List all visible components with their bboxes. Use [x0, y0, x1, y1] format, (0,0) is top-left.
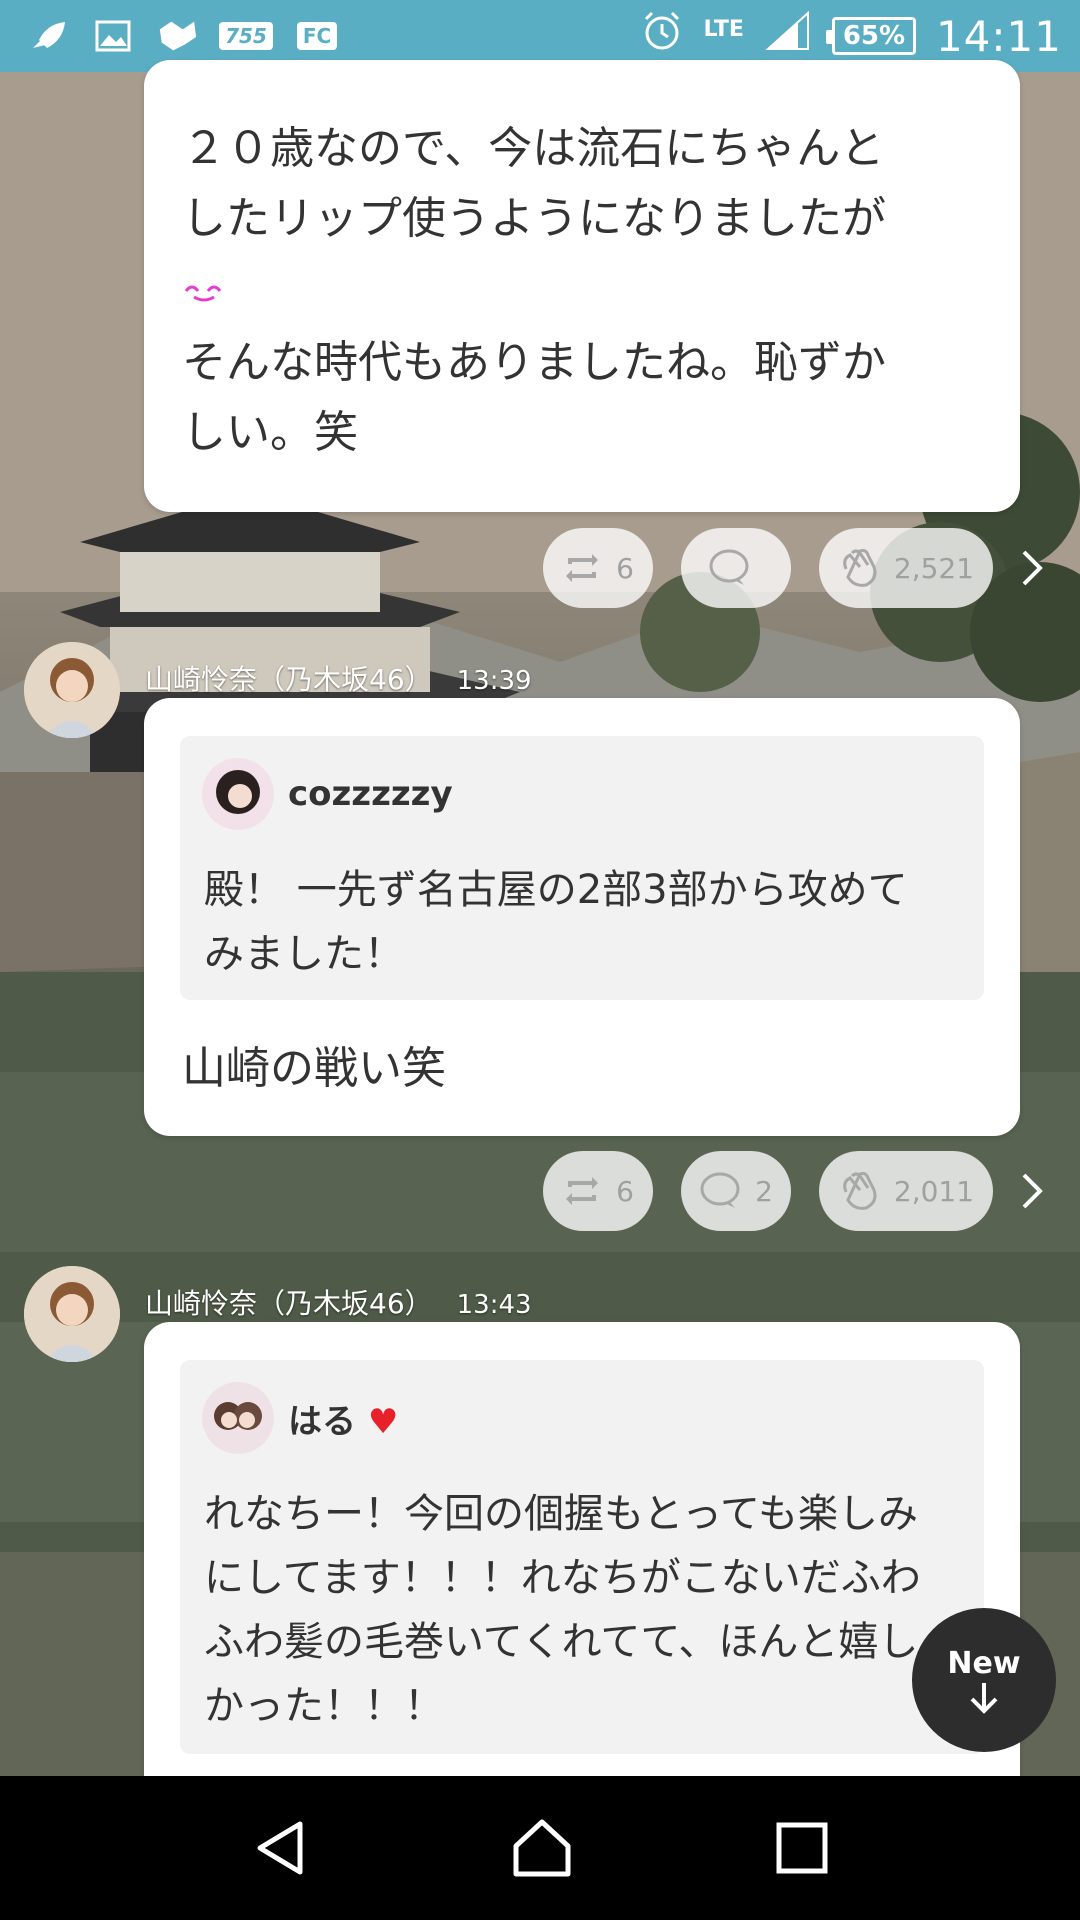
retweet-icon	[566, 1177, 599, 1205]
retweet-icon	[566, 554, 599, 582]
recents-icon[interactable]	[774, 1820, 830, 1876]
quote-text-line: 殿！ 一先ず名古屋の2部3部から攻めて	[204, 867, 908, 913]
alarm-icon	[640, 9, 684, 63]
avatar[interactable]	[202, 758, 274, 830]
home-icon[interactable]	[510, 1816, 574, 1880]
quote-text-line: ふわ髪の毛巻いてくれてて、ほんと嬉し	[204, 1619, 919, 1665]
comment-count: 2	[755, 1174, 773, 1208]
comment-icon	[700, 1172, 740, 1208]
navigation-bar	[0, 1776, 1080, 1920]
message-time: 13:39	[456, 666, 532, 696]
message-text-line: そんな時代もありましたね。恥ずか	[182, 337, 886, 388]
clap-icon	[843, 1172, 877, 1210]
quote-username: cozzzzzy	[288, 774, 453, 814]
clap-count: 2,521	[893, 551, 975, 585]
comment-icon	[709, 549, 749, 585]
clap-icon	[843, 549, 877, 587]
message-card[interactable]: cozzzzzy 殿！ 一先ず名古屋の2部3部から攻めて みました！ 山崎の戦い…	[144, 698, 1020, 1136]
avatar[interactable]	[24, 642, 120, 738]
message-actions: 6 2 2,011	[0, 1151, 1080, 1231]
avatar[interactable]	[202, 1382, 274, 1454]
message-text-line: しい。笑	[182, 407, 358, 458]
clap-count: 2,011	[893, 1174, 975, 1208]
quote-username: はる ♥	[288, 1401, 399, 1442]
back-icon[interactable]	[250, 1818, 310, 1878]
chevron-right-icon[interactable]	[1010, 546, 1054, 590]
quoted-comment: はる ♥ れなちー！今回の個握もとっても楽しみ にしてます！！！れなちがこないだ…	[180, 1360, 984, 1754]
comment-button[interactable]	[681, 528, 791, 608]
emoji-icon	[182, 254, 1002, 328]
message-actions: 6 2,521	[0, 528, 1080, 608]
message-text-line: したリップ使うようになりましたが	[182, 193, 886, 244]
retweet-count: 6	[616, 551, 634, 585]
avatar[interactable]	[24, 1266, 120, 1362]
rocket-icon	[28, 17, 70, 55]
message-text-line: ２０歳なので、今は流石にちゃんと	[182, 123, 885, 174]
quoted-comment: cozzzzzy 殿！ 一先ず名古屋の2部3部から攻めて みました！	[180, 736, 984, 1000]
retweet-button[interactable]: 6	[543, 1151, 653, 1231]
quote-text-line: れなちー！今回の個握もとっても楽しみ	[204, 1491, 918, 1537]
app-badge-fc: FC	[294, 17, 340, 55]
quote-text-line: みました！	[204, 931, 404, 977]
retweet-count: 6	[616, 1174, 634, 1208]
message-time: 13:43	[456, 1290, 532, 1320]
battery-indicator: 65%	[825, 17, 916, 55]
new-messages-button[interactable]: New	[912, 1608, 1056, 1752]
message-card[interactable]: はる ♥ れなちー！今回の個握もとっても楽しみ にしてます！！！れなちがこないだ…	[144, 1322, 1020, 1792]
clap-button[interactable]: 2,011	[819, 1151, 993, 1231]
message-text: 山崎の戦い笑	[182, 1043, 446, 1094]
heart-icon: ♥	[367, 1401, 399, 1442]
author-name: 山崎怜奈（乃木坂46）	[145, 663, 433, 696]
comment-button[interactable]: 2	[681, 1151, 791, 1231]
arrow-down-icon	[970, 1682, 998, 1714]
quote-text-line: にしてます！！！れなちがこないだふわ	[204, 1555, 921, 1601]
lte-label: LTE	[703, 16, 744, 42]
puzzle-icon	[156, 17, 198, 55]
new-label: New	[947, 1645, 1021, 1681]
retweet-button[interactable]: 6	[543, 528, 653, 608]
image-icon	[92, 17, 134, 55]
signal-icon	[764, 9, 812, 63]
quote-text-line: かった！！！	[204, 1683, 444, 1729]
author-name: 山崎怜奈（乃木坂46）	[145, 1287, 433, 1320]
clap-button[interactable]: 2,521	[819, 528, 993, 608]
app-badge-755: 755	[219, 17, 273, 55]
message-card[interactable]: ２０歳なので、今は流石にちゃんと したリップ使うようになりましたが そんな時代も…	[144, 60, 1020, 512]
clock: 14:11	[935, 11, 1062, 61]
chevron-right-icon[interactable]	[1010, 1169, 1054, 1213]
